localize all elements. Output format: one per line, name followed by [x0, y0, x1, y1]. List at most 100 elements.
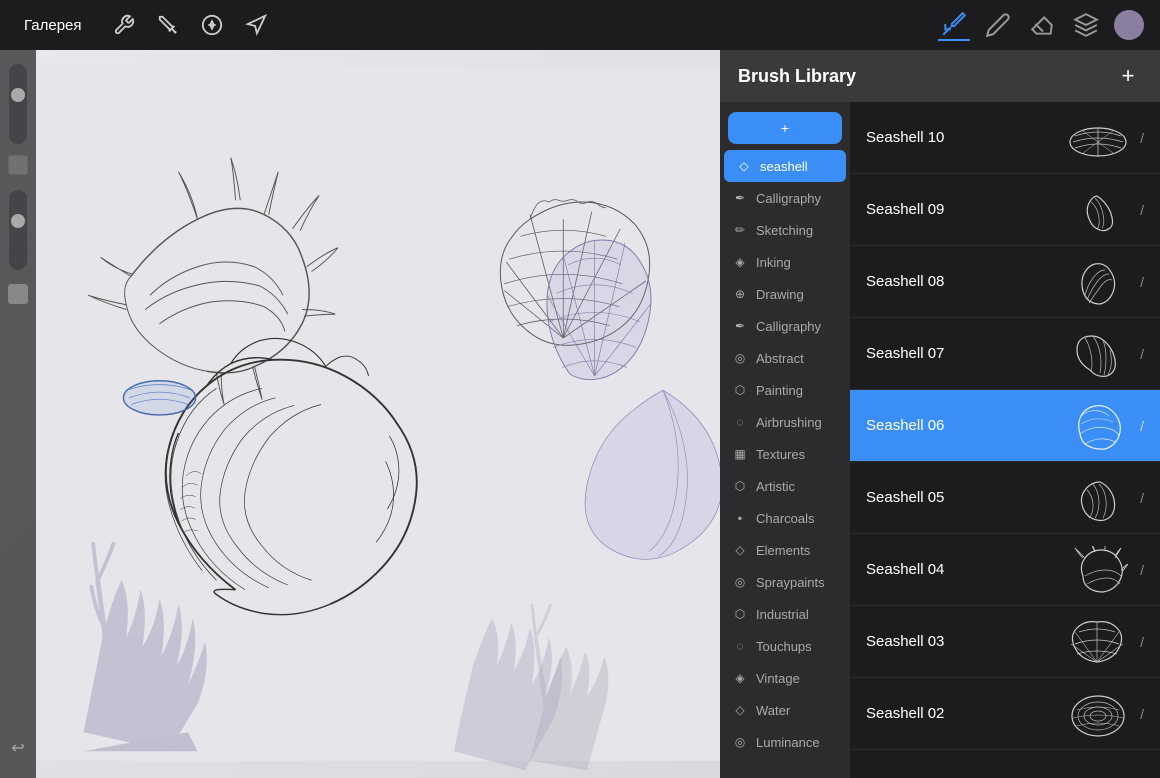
brush-preview-05 — [1062, 473, 1132, 523]
category-item-airbrushing[interactable]: ◌ Airbrushing — [720, 406, 850, 438]
category-item-artistic[interactable]: ⬡ Artistic — [720, 470, 850, 502]
brush-item-name-09: Seashell 09 — [866, 201, 1062, 218]
water-cat-icon: ◇ — [732, 702, 748, 718]
brush-item-info-05: Seashell 05 — [866, 489, 1062, 506]
category-item-vintage[interactable]: ◈ Vintage — [720, 662, 850, 694]
category-item-textures[interactable]: ▦ Textures — [720, 438, 850, 470]
category-item-industrial[interactable]: ⬡ Industrial — [720, 598, 850, 630]
category-label-industrial: Industrial — [756, 607, 809, 622]
brush-item-name-04: Seashell 04 — [866, 561, 1062, 578]
artistic-cat-icon: ⬡ — [732, 478, 748, 494]
brush-item-seashell07[interactable]: Seashell 07 / — [850, 318, 1160, 390]
category-item-calligraphy[interactable]: ✒ Calligraphy — [720, 182, 850, 214]
brush-preview-06 — [1062, 401, 1132, 451]
category-label-seashell: seashell — [760, 159, 808, 174]
canvas-area[interactable]: ↩ — [0, 50, 720, 778]
category-label-abstract: Abstract — [756, 351, 804, 366]
undo-button[interactable]: ↩ — [4, 734, 32, 762]
luminance-cat-icon: ◎ — [732, 734, 748, 750]
brush-item-seashell04[interactable]: Seashell 04 — [850, 534, 1160, 606]
textures-cat-icon: ▦ — [732, 446, 748, 462]
brush-item-info-08: Seashell 08 — [866, 273, 1062, 290]
navigate-icon[interactable] — [242, 11, 270, 39]
airbrushing-cat-icon: ◌ — [732, 414, 748, 430]
color-swatch[interactable] — [8, 284, 28, 304]
magic-icon[interactable] — [154, 11, 182, 39]
drag-icon-09: / — [1140, 202, 1144, 218]
opacity-slider[interactable] — [9, 190, 27, 270]
category-item-abstract[interactable]: ◎ Abstract — [720, 342, 850, 374]
category-item-inking[interactable]: ◈ Inking — [720, 246, 850, 278]
category-label-inking: Inking — [756, 255, 791, 270]
brush-item-name-10: Seashell 10 — [866, 129, 1062, 146]
drawing-cat-icon: ⊕ — [732, 286, 748, 302]
wrench-icon[interactable] — [110, 11, 138, 39]
pen-tool[interactable] — [938, 9, 970, 41]
canvas-illustration — [36, 50, 720, 778]
category-item-water[interactable]: ◇ Water — [720, 694, 850, 726]
brush-preview-08 — [1062, 257, 1132, 307]
brush-panel-header: Brush Library + — [720, 50, 1160, 102]
brush-item-info-06: Seashell 06 — [866, 417, 1062, 434]
category-label-painting: Painting — [756, 383, 803, 398]
avatar[interactable] — [1114, 10, 1144, 40]
brush-item-seashell02[interactable]: Seashell 02 — [850, 678, 1160, 750]
drag-icon-05: / — [1140, 490, 1144, 506]
brush-preview-04 — [1062, 545, 1132, 595]
category-item-drawing[interactable]: ⊕ Drawing — [720, 278, 850, 310]
layers-tool[interactable] — [1070, 9, 1102, 41]
main-area: ↩ — [0, 50, 1160, 778]
brush-item-seashell05[interactable]: Seashell 05 / — [850, 462, 1160, 534]
brush-item-info-10: Seashell 10 — [866, 129, 1062, 146]
sketching-cat-icon: ✏ — [732, 222, 748, 238]
brush-item-name-07: Seashell 07 — [866, 345, 1062, 362]
brush-item-name-03: Seashell 03 — [866, 633, 1062, 650]
brush-item-seashell06[interactable]: Seashell 06 / — [850, 390, 1160, 462]
size-slider[interactable] — [9, 64, 27, 144]
calligraphy2-cat-icon: ✒ — [732, 318, 748, 334]
category-item-calligraphy2[interactable]: ✒ Calligraphy — [720, 310, 850, 342]
eraser-tool[interactable] — [1026, 9, 1058, 41]
category-label-drawing: Drawing — [756, 287, 804, 302]
brush-panel-add-button[interactable]: + — [1114, 62, 1142, 90]
category-item-seashell[interactable]: ◇ seashell — [724, 150, 846, 182]
brush-item-info-02: Seashell 02 — [866, 705, 1062, 722]
category-item-painting[interactable]: ⬡ Painting — [720, 374, 850, 406]
brush-item-seashell09[interactable]: Seashell 09 / — [850, 174, 1160, 246]
brush-item-info-03: Seashell 03 — [866, 633, 1062, 650]
brush-item-name-05: Seashell 05 — [866, 489, 1062, 506]
category-label-elements: Elements — [756, 543, 810, 558]
left-toolbar: ↩ — [0, 50, 36, 778]
add-category-button[interactable]: + — [728, 112, 842, 144]
gallery-button[interactable]: Галерея — [16, 13, 90, 38]
category-item-touchups[interactable]: ◌ Touchups — [720, 630, 850, 662]
calligraphy-cat-icon: ✒ — [732, 190, 748, 206]
brush-item-seashell03[interactable]: Seashell 03 — [850, 606, 1160, 678]
category-item-luminance[interactable]: ◎ Luminance — [720, 726, 850, 758]
category-item-elements[interactable]: ◇ Elements — [720, 534, 850, 566]
pencil-tool[interactable] — [982, 9, 1014, 41]
category-label-artistic: Artistic — [756, 479, 795, 494]
category-item-spraypaints[interactable]: ◎ Spraypaints — [720, 566, 850, 598]
drag-icon-06: / — [1140, 418, 1144, 434]
color-picker-square[interactable] — [8, 155, 28, 175]
stylize-icon[interactable] — [198, 11, 226, 39]
abstract-cat-icon: ◎ — [732, 350, 748, 366]
brush-item-seashell10[interactable]: Seashell 10 / — [850, 102, 1160, 174]
category-label-airbrushing: Airbrushing — [756, 415, 822, 430]
drag-icon-02: / — [1140, 706, 1144, 722]
spraypaints-cat-icon: ◎ — [732, 574, 748, 590]
category-item-charcoals[interactable]: ▪ Charcoals — [720, 502, 850, 534]
drag-icon-04: / — [1140, 562, 1144, 578]
category-label-calligraphy2: Calligraphy — [756, 319, 821, 334]
brush-item-seashell08[interactable]: Seashell 08 / — [850, 246, 1160, 318]
category-item-sketching[interactable]: ✏ Sketching — [720, 214, 850, 246]
category-label-spraypaints: Spraypaints — [756, 575, 825, 590]
category-label-calligraphy: Calligraphy — [756, 191, 821, 206]
brush-library-panel: Brush Library + + ◇ seashell ✒ Calligrap… — [720, 50, 1160, 778]
drag-icon-08: / — [1140, 274, 1144, 290]
top-bar-left: Галерея — [16, 11, 270, 39]
category-label-water: Water — [756, 703, 790, 718]
brush-list: Seashell 10 / — [850, 102, 1160, 778]
brush-item-name-06: Seashell 06 — [866, 417, 1062, 434]
